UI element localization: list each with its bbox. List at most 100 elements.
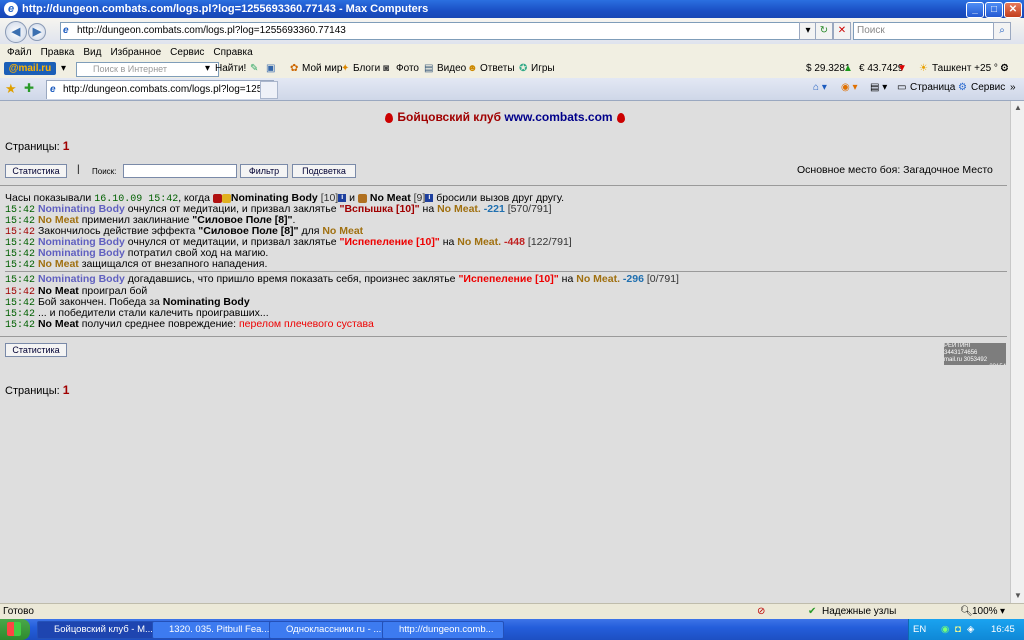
log-line: 15:42 No Meat получил среднее повреждени… (5, 318, 374, 332)
language-indicator[interactable]: EN (913, 619, 926, 640)
tab-active[interactable]: e http://dungeon.combats.com/logs.pl?log… (46, 80, 274, 99)
mailru-search-input[interactable]: Поиск в Интернет (76, 62, 219, 77)
stats-button[interactable]: Статистика (5, 164, 67, 178)
mailru-search-dropdown-icon[interactable]: ▾ (205, 62, 210, 76)
add-favorite-icon[interactable]: ✚ (24, 81, 34, 95)
forward-button[interactable]: ▶ (28, 23, 46, 41)
log-text: получил среднее повреждение: (81, 318, 237, 330)
page-icon: e (63, 25, 69, 36)
log-text: на (422, 203, 435, 215)
page-number-link[interactable]: 1 (63, 383, 70, 397)
service-menu[interactable]: Сервис (971, 82, 1005, 93)
player-name: Nominating Body (37, 273, 125, 285)
tray-volume-icon[interactable]: ◈ (967, 619, 974, 640)
hp-value: [122/791] (527, 236, 572, 248)
counter-line: mail.ru 3053492 (944, 357, 988, 363)
new-tab-button[interactable] (260, 81, 278, 99)
tools-gear-icon: ⚙ (958, 82, 967, 93)
page-number-link[interactable]: 1 (63, 139, 70, 153)
link-blogs[interactable]: Блоги (353, 62, 380, 76)
chevron-right-icon[interactable]: » (1010, 82, 1016, 93)
link-myworld[interactable]: Мой мир (302, 62, 342, 76)
mailru-find-button[interactable]: Найти! (215, 62, 246, 76)
info-icon[interactable]: i (425, 194, 434, 203)
scroll-up-icon[interactable]: ▲ (1013, 103, 1023, 112)
back-button[interactable]: ◀ (5, 21, 27, 43)
tray-network-icon[interactable]: ◘ (955, 619, 961, 640)
log-text: защищался от внезапного нападения. (81, 258, 268, 270)
page-menu[interactable]: Страница (910, 82, 955, 93)
pages-top: Страницы: 1 (5, 139, 69, 153)
tray-app-icon[interactable]: ◉ (941, 619, 949, 640)
menu-tools[interactable]: Сервис (170, 47, 204, 58)
taskbar-item[interactable]: Одноклассники.ru - ... (269, 621, 395, 639)
filter-button[interactable]: Фильтр (240, 164, 288, 178)
blood-drop-icon (385, 112, 394, 123)
player-name: No Meat (37, 318, 79, 330)
minimize-button[interactable]: _ (966, 2, 984, 18)
favorites-star-icon[interactable]: ★ (5, 81, 17, 97)
blogs-icon: ✦ (341, 63, 350, 74)
zoom-icon: 🔍︎ (960, 606, 973, 617)
feeds-icon[interactable]: ◉ ▾ (841, 82, 858, 93)
weather-text[interactable]: Ташкент +25 ° С (932, 62, 1008, 76)
search-label: Поиск: (92, 167, 117, 176)
privacy-icon[interactable]: ⊘ (757, 606, 765, 617)
search-input[interactable]: Поиск (853, 22, 994, 40)
injury-text: перелом плечевого сустава (238, 318, 374, 330)
link-answers[interactable]: Ответы (480, 62, 515, 76)
answers-icon: ☻ (467, 63, 478, 74)
info-icon[interactable]: i (338, 194, 347, 203)
taskbar-item[interactable]: 1320. 035. Pitbull Fea... (152, 621, 280, 639)
divider (5, 271, 1007, 272)
home-icon[interactable]: ⌂ ▾ (813, 82, 827, 93)
highlight-button[interactable]: Подсветка (292, 164, 356, 178)
status-bar: Готово ⊘ ✔ Надежные узлы 🔍︎ 100% ▾ (0, 603, 1024, 620)
menu-edit[interactable]: Правка (41, 47, 75, 58)
header-link[interactable]: www.combats.com (504, 110, 612, 124)
address-bar[interactable]: e http://dungeon.combats.com/logs.pl?log… (60, 22, 816, 40)
start-button[interactable] (0, 619, 30, 640)
close-button[interactable]: ✕ (1004, 2, 1022, 18)
mailru-logo[interactable]: @mail.ru (4, 62, 56, 75)
clock[interactable]: 16:45 (991, 619, 1015, 640)
menu-bar: Файл Правка Вид Избранное Сервис Справка (0, 44, 1024, 60)
refresh-icon[interactable]: ↻ (815, 22, 833, 40)
header-title: Бойцовский клуб (397, 110, 501, 124)
vertical-scrollbar[interactable]: ▲ ▼ (1010, 101, 1024, 603)
zoom-dropdown-icon[interactable]: ▾ (1000, 606, 1005, 617)
log-search-input[interactable] (123, 164, 237, 178)
player-name: No Meat (37, 258, 79, 270)
scroll-down-icon[interactable]: ▼ (1013, 591, 1023, 600)
log-text: на (442, 236, 455, 248)
taskbar-item[interactable]: http://dungeon.comb... (382, 621, 504, 639)
menu-view[interactable]: Вид (83, 47, 101, 58)
mailru-dropdown-icon[interactable]: ▾ (61, 62, 66, 76)
stats-button-bottom[interactable]: Статистика (5, 343, 67, 357)
counter-line: 33154 (944, 364, 1006, 365)
menu-help[interactable]: Справка (213, 47, 252, 58)
taskbar: Бойцовский клуб - М... 1320. 035. Pitbul… (0, 619, 1024, 640)
divider (0, 336, 1007, 337)
mailru-counter[interactable]: РЕЙТИНГ 3443174656 mail.ru 3053492 33154 (944, 343, 1006, 365)
link-video[interactable]: Видео (437, 62, 466, 76)
search-icon[interactable]: ⌕ (993, 22, 1011, 40)
link-games[interactable]: Игры (531, 62, 555, 76)
address-url: http://dungeon.combats.com/logs.pl?log=1… (77, 25, 346, 36)
menu-favorites[interactable]: Избранное (110, 47, 161, 58)
photo-icon: ◙ (383, 63, 390, 74)
log-text: на (561, 273, 574, 285)
zoom-level[interactable]: 100% (972, 606, 998, 617)
hp-value: [0/791] (646, 273, 679, 285)
toolbar-options-icon[interactable]: ⚙ (1000, 62, 1009, 76)
pen-icon[interactable]: ✎ (250, 62, 258, 76)
print-icon[interactable]: ▤ ▾ (870, 82, 887, 93)
maximize-button[interactable]: □ (985, 2, 1003, 18)
stop-icon[interactable]: ✕ (833, 22, 851, 40)
security-zone[interactable]: Надежные узлы (822, 606, 896, 617)
refresh-q-icon[interactable]: ▣ (266, 62, 275, 76)
link-photo[interactable]: Фото (396, 62, 419, 76)
ie-icon: e (4, 2, 18, 16)
menu-file[interactable]: Файл (7, 47, 32, 58)
page-header: Бойцовский клуб www.combats.com (0, 110, 1010, 124)
